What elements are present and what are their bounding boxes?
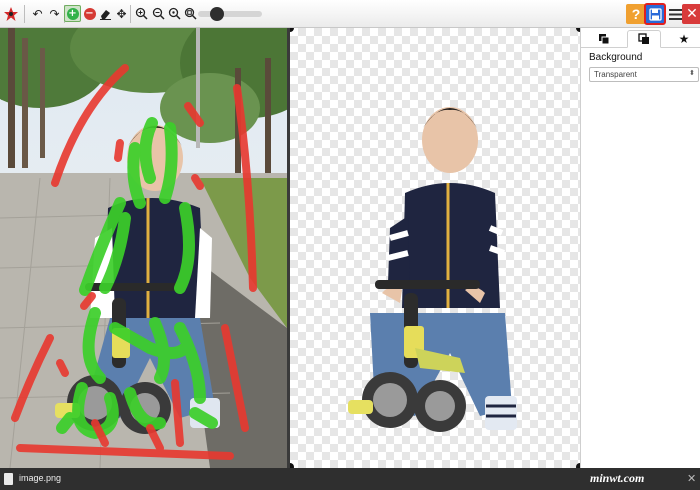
plus-circle-icon: + — [66, 7, 79, 20]
zoom-out-icon[interactable] — [150, 5, 167, 22]
remove-tool-button[interactable]: − — [81, 5, 98, 22]
save-button[interactable] — [644, 3, 666, 25]
original-image-canvas[interactable] — [0, 28, 287, 468]
brush-size-slider[interactable] — [198, 7, 262, 21]
zoom-in-icon[interactable] — [133, 5, 150, 22]
file-icon — [4, 473, 13, 485]
background-icon — [638, 33, 649, 44]
settings-panel: ★ Background Transparent ⬍ — [580, 28, 700, 468]
background-select[interactable]: Transparent ⬍ — [589, 67, 699, 82]
layers-icon — [599, 34, 610, 45]
minus-circle-icon: − — [83, 7, 96, 20]
save-icon — [648, 7, 662, 21]
slider-knob[interactable] — [210, 7, 224, 21]
background-select-value: Transparent — [594, 70, 637, 79]
result-preview-canvas[interactable] — [290, 28, 580, 468]
zoom-fit-icon[interactable] — [182, 5, 199, 22]
toolbar: ↶ ↷ + − ✥ ? ✕ — [0, 0, 700, 28]
help-icon: ? — [631, 6, 641, 22]
help-button[interactable]: ? — [626, 4, 646, 24]
move-icon[interactable]: ✥ — [113, 5, 130, 22]
close-icon: ✕ — [686, 6, 698, 22]
download-file-name[interactable]: image.png — [19, 473, 61, 483]
watermark-logo: minwt.com — [590, 471, 645, 485]
redo-icon[interactable]: ↷ — [46, 5, 63, 22]
star-icon: ★ — [678, 32, 690, 46]
menu-icon — [668, 8, 682, 20]
panel-tabs: ★ — [581, 28, 700, 48]
eraser-icon[interactable] — [97, 5, 114, 22]
panel-title: Background — [589, 52, 643, 63]
app-logo-icon[interactable] — [2, 5, 19, 22]
zoom-reset-icon[interactable] — [166, 5, 183, 22]
tab-effects[interactable]: ★ — [667, 30, 700, 48]
tab-background[interactable] — [627, 30, 661, 48]
download-bar: image.png minwt.com ✕ — [0, 468, 700, 490]
close-button[interactable]: ✕ — [682, 4, 700, 24]
app-window: ↶ ↷ + − ✥ ? ✕ ★ Background Transparent ⬍… — [0, 0, 700, 490]
undo-icon[interactable]: ↶ — [29, 5, 46, 22]
keep-tool-button[interactable]: + — [64, 5, 81, 22]
select-arrows-icon: ⬍ — [689, 69, 695, 77]
download-bar-close-icon[interactable]: ✕ — [687, 472, 696, 485]
tab-layers[interactable] — [587, 30, 621, 48]
